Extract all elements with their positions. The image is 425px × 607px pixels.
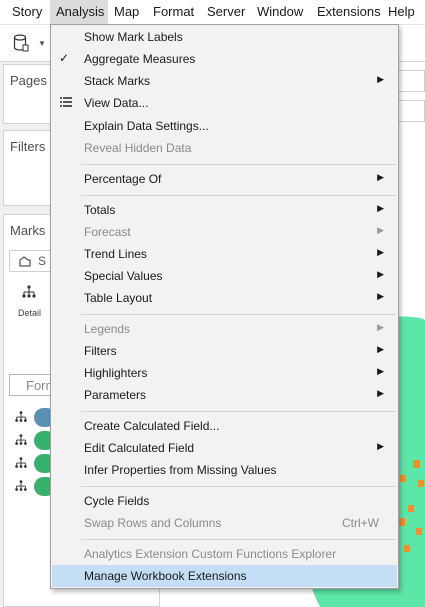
pages-title: Pages: [10, 73, 47, 88]
filters-title: Filters: [10, 139, 46, 154]
menu-item-label: Legends: [84, 322, 131, 336]
menu-separator: [81, 314, 396, 315]
menu-item-totals[interactable]: Totals ▶: [52, 199, 397, 221]
menu-item-label: Edit Calculated Field: [84, 441, 195, 455]
menu-item-forecast: Forecast ▶: [52, 221, 397, 243]
menu-item-label: Special Values: [84, 269, 163, 283]
menu-item-swap-rows-columns: Swap Rows and Columns Ctrl+W: [52, 512, 397, 534]
detail-label: Detail: [18, 308, 42, 318]
menu-item-label: Swap Rows and Columns: [84, 516, 222, 530]
menu-item-filters[interactable]: Filters ▶: [52, 340, 397, 362]
menu-item-label: Parameters: [84, 388, 147, 402]
menu-item-cycle-fields[interactable]: Cycle Fields: [52, 490, 397, 512]
menu-item-parameters[interactable]: Parameters ▶: [52, 384, 397, 406]
menu-item-label: Percentage Of: [84, 172, 162, 186]
submenu-arrow-icon: ▶: [377, 366, 384, 376]
marks-title: Marks: [10, 223, 46, 238]
menu-item-label: Stack Marks: [84, 74, 151, 88]
table-icon: [60, 97, 72, 107]
menu-separator: [81, 486, 396, 487]
menu-separator: [81, 195, 396, 196]
menu-item-shortcut: Ctrl+W: [342, 516, 379, 530]
menu-item-table-layout[interactable]: Table Layout ▶: [52, 287, 397, 309]
submenu-arrow-icon: ▶: [377, 247, 384, 257]
menu-item-show-mark-labels[interactable]: Show Mark Labels: [52, 26, 397, 48]
chevron-down-icon[interactable]: ▼: [38, 39, 46, 48]
submenu-arrow-icon: ▶: [377, 225, 384, 235]
submenu-arrow-icon: ▶: [377, 269, 384, 279]
menu-item-label: Infer Properties from Missing Values: [84, 463, 277, 477]
menu-map[interactable]: Map: [108, 0, 145, 24]
submenu-arrow-icon: ▶: [377, 172, 384, 182]
menu-separator: [81, 411, 396, 412]
submenu-arrow-icon: ▶: [377, 291, 384, 301]
menu-separator: [81, 539, 396, 540]
menu-item-highlighters[interactable]: Highlighters ▶: [52, 362, 397, 384]
menu-item-label: Reveal Hidden Data: [84, 141, 192, 155]
menu-item-create-calculated-field[interactable]: Create Calculated Field...: [52, 415, 397, 437]
menu-extensions[interactable]: Extensions: [311, 0, 387, 24]
detail-icon: [15, 411, 27, 422]
menu-item-label: Forecast: [84, 225, 131, 239]
menu-window[interactable]: Window: [251, 0, 309, 24]
datasource-icon[interactable]: [13, 34, 29, 52]
rows-shelf[interactable]: [396, 100, 425, 122]
shape-icon: [19, 256, 31, 267]
menu-item-label: Trend Lines: [84, 247, 147, 261]
menu-item-label: Show Mark Labels: [84, 30, 183, 44]
submenu-arrow-icon: ▶: [377, 344, 384, 354]
menu-item-percentage-of[interactable]: Percentage Of ▶: [52, 168, 397, 190]
menu-item-special-values[interactable]: Special Values ▶: [52, 265, 397, 287]
menu-item-infer-properties[interactable]: Infer Properties from Missing Values: [52, 459, 397, 481]
menu-server[interactable]: Server: [201, 0, 251, 24]
menu-item-analytics-extension-explorer: Analytics Extension Custom Functions Exp…: [52, 543, 397, 565]
detail-icon: [15, 480, 27, 491]
menu-item-explain-data-settings[interactable]: Explain Data Settings...: [52, 115, 397, 137]
menu-item-label: Analytics Extension Custom Functions Exp…: [84, 547, 337, 561]
menu-item-label: View Data...: [84, 96, 149, 110]
menu-story[interactable]: Story: [6, 0, 48, 24]
menu-separator: [81, 164, 396, 165]
menu-item-label: Filters: [84, 344, 117, 358]
submenu-arrow-icon: ▶: [377, 203, 384, 213]
menu-item-label: Explain Data Settings...: [84, 119, 209, 133]
menu-item-label: Aggregate Measures: [84, 52, 196, 66]
detail-icon: [22, 285, 36, 298]
submenu-arrow-icon: ▶: [377, 74, 384, 84]
detail-icon: [15, 434, 27, 445]
submenu-arrow-icon: ▶: [377, 388, 384, 398]
menu-item-stack-marks[interactable]: Stack Marks ▶: [52, 70, 397, 92]
detail-button[interactable]: Detail: [12, 282, 48, 322]
menu-item-label: Create Calculated Field...: [84, 419, 220, 433]
menu-analysis[interactable]: Analysis: [50, 0, 108, 24]
menu-item-manage-workbook-extensions[interactable]: Manage Workbook Extensions: [52, 565, 397, 587]
menu-format[interactable]: Format: [147, 0, 200, 24]
columns-shelf[interactable]: [396, 70, 425, 92]
menu-item-label: Table Layout: [84, 291, 153, 305]
menu-item-label: Totals: [84, 203, 116, 217]
menu-item-trend-lines[interactable]: Trend Lines ▶: [52, 243, 397, 265]
menu-item-label: Highlighters: [84, 366, 148, 380]
menu-item-legends: Legends ▶: [52, 318, 397, 340]
menu-bar: Story Analysis Map Format Server Window …: [0, 0, 425, 25]
submenu-arrow-icon: ▶: [377, 441, 384, 451]
menu-item-view-data[interactable]: View Data...: [52, 92, 397, 114]
menu-item-label: Cycle Fields: [84, 494, 150, 508]
menu-item-edit-calculated-field[interactable]: Edit Calculated Field ▶: [52, 437, 397, 459]
menu-item-aggregate-measures[interactable]: ✓ Aggregate Measures: [52, 48, 397, 70]
mark-type-label: S: [38, 254, 47, 268]
checkmark-icon: ✓: [59, 51, 70, 65]
menu-item-label: Manage Workbook Extensions: [84, 569, 247, 583]
analysis-menu: Show Mark Labels ✓ Aggregate Measures St…: [50, 24, 399, 589]
menu-help[interactable]: Help: [382, 0, 421, 24]
submenu-arrow-icon: ▶: [377, 322, 384, 332]
detail-icon: [15, 457, 27, 468]
menu-item-reveal-hidden-data: Reveal Hidden Data: [52, 137, 397, 159]
